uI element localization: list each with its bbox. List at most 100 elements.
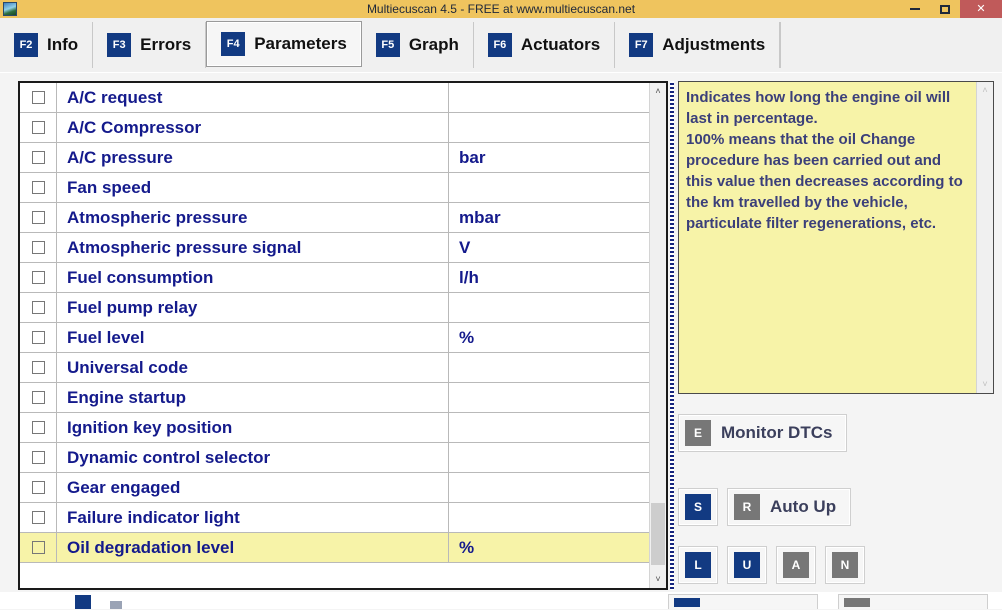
- row-checkbox-cell[interactable]: [20, 83, 57, 112]
- partial-icon-left[interactable]: [75, 595, 91, 609]
- row-name-cell[interactable]: Gear engaged: [57, 473, 449, 502]
- table-row[interactable]: Atmospheric pressure signal V: [20, 233, 649, 263]
- description-scrollbar[interactable]: ˄ ˅: [976, 82, 993, 393]
- close-button[interactable]: ✕: [960, 0, 1002, 18]
- table-row[interactable]: Engine startup: [20, 383, 649, 413]
- row-unit-cell[interactable]: [449, 473, 649, 502]
- partial-button-1[interactable]: [668, 594, 818, 609]
- row-unit-cell[interactable]: [449, 383, 649, 412]
- checkbox-icon[interactable]: [31, 391, 45, 404]
- row-checkbox-cell[interactable]: [20, 113, 57, 142]
- scroll-down-icon[interactable]: ˅: [650, 571, 666, 588]
- row-unit-cell[interactable]: %: [449, 323, 649, 352]
- row-unit-cell[interactable]: l/h: [449, 263, 649, 292]
- row-name-cell[interactable]: Atmospheric pressure: [57, 203, 449, 232]
- select-none-button[interactable]: N: [825, 546, 865, 584]
- scroll-up-icon[interactable]: ˄: [650, 83, 666, 100]
- row-name-cell[interactable]: Fuel pump relay: [57, 293, 449, 322]
- table-row[interactable]: Fuel level%: [20, 323, 649, 353]
- row-name-cell[interactable]: Atmospheric pressure signal: [57, 233, 449, 262]
- row-unit-cell[interactable]: [449, 413, 649, 442]
- row-unit-cell[interactable]: [449, 353, 649, 382]
- row-checkbox-cell[interactable]: [20, 173, 57, 202]
- checkbox-icon[interactable]: [31, 451, 45, 464]
- table-row[interactable]: A/C Compressor: [20, 113, 649, 143]
- table-row[interactable]: Dynamic control selector: [20, 443, 649, 473]
- checkbox-icon[interactable]: [31, 421, 45, 434]
- tab-errors[interactable]: F3 Errors: [93, 22, 207, 68]
- table-row[interactable]: Failure indicator light: [20, 503, 649, 533]
- row-name-cell[interactable]: Failure indicator light: [57, 503, 449, 532]
- monitor-dtcs-button[interactable]: E Monitor DTCs: [678, 414, 848, 452]
- checkbox-icon[interactable]: [31, 511, 45, 524]
- row-unit-cell[interactable]: [449, 503, 649, 532]
- partial-button-2[interactable]: [838, 594, 988, 609]
- maximize-button[interactable]: [930, 0, 960, 18]
- table-row[interactable]: Fan speed: [20, 173, 649, 203]
- row-name-cell[interactable]: Oil degradation level: [57, 533, 449, 562]
- table-row[interactable]: A/C request: [20, 83, 649, 113]
- table-row[interactable]: Fuel pump relay: [20, 293, 649, 323]
- scrollbar-thumb[interactable]: [651, 503, 665, 565]
- load-button[interactable]: L: [678, 546, 718, 584]
- row-name-cell[interactable]: Fuel consumption: [57, 263, 449, 292]
- row-unit-cell[interactable]: %: [449, 533, 649, 562]
- tab-adjustments[interactable]: F7 Adjustments: [615, 22, 781, 68]
- tab-graph[interactable]: F5 Graph: [361, 22, 474, 68]
- row-name-cell[interactable]: Engine startup: [57, 383, 449, 412]
- row-checkbox-cell[interactable]: [20, 443, 57, 472]
- table-row[interactable]: Universal code: [20, 353, 649, 383]
- table-row[interactable]: Gear engaged: [20, 473, 649, 503]
- row-checkbox-cell[interactable]: [20, 383, 57, 412]
- row-unit-cell[interactable]: V: [449, 233, 649, 262]
- table-row[interactable]: Oil degradation level%: [20, 533, 649, 563]
- row-checkbox-cell[interactable]: [20, 293, 57, 322]
- checkbox-icon[interactable]: [31, 541, 45, 554]
- row-checkbox-cell[interactable]: [20, 203, 57, 232]
- row-name-cell[interactable]: Dynamic control selector: [57, 443, 449, 472]
- parameter-list-scrollbar[interactable]: ˄ ˅: [649, 83, 666, 588]
- checkbox-icon[interactable]: [31, 91, 45, 104]
- row-checkbox-cell[interactable]: [20, 263, 57, 292]
- row-unit-cell[interactable]: [449, 173, 649, 202]
- checkbox-icon[interactable]: [31, 271, 45, 284]
- row-name-cell[interactable]: Universal code: [57, 353, 449, 382]
- row-checkbox-cell[interactable]: [20, 323, 57, 352]
- row-name-cell[interactable]: A/C pressure: [57, 143, 449, 172]
- tab-parameters[interactable]: F4 Parameters: [206, 21, 362, 67]
- description-scroll-up-icon[interactable]: ˄: [977, 82, 993, 99]
- table-row[interactable]: Atmospheric pressure mbar: [20, 203, 649, 233]
- row-checkbox-cell[interactable]: [20, 143, 57, 172]
- row-name-cell[interactable]: Fan speed: [57, 173, 449, 202]
- panel-splitter[interactable]: [670, 81, 674, 590]
- description-scroll-down-icon[interactable]: ˅: [977, 376, 993, 393]
- row-checkbox-cell[interactable]: [20, 473, 57, 502]
- row-checkbox-cell[interactable]: [20, 503, 57, 532]
- tab-info[interactable]: F2 Info: [0, 22, 94, 68]
- table-row[interactable]: Fuel consumption l/h: [20, 263, 649, 293]
- row-name-cell[interactable]: A/C request: [57, 83, 449, 112]
- row-name-cell[interactable]: Ignition key position: [57, 413, 449, 442]
- table-row[interactable]: A/C pressure bar: [20, 143, 649, 173]
- row-unit-cell[interactable]: [449, 113, 649, 142]
- row-unit-cell[interactable]: [449, 443, 649, 472]
- stop-button[interactable]: S: [678, 488, 718, 526]
- checkbox-icon[interactable]: [31, 121, 45, 134]
- minimize-button[interactable]: [900, 0, 930, 18]
- row-checkbox-cell[interactable]: [20, 413, 57, 442]
- row-unit-cell[interactable]: bar: [449, 143, 649, 172]
- checkbox-icon[interactable]: [31, 361, 45, 374]
- checkbox-icon[interactable]: [31, 211, 45, 224]
- row-checkbox-cell[interactable]: [20, 533, 57, 562]
- checkbox-icon[interactable]: [31, 151, 45, 164]
- description-scrollbar-thumb[interactable]: [978, 99, 992, 376]
- row-name-cell[interactable]: A/C Compressor: [57, 113, 449, 142]
- row-unit-cell[interactable]: [449, 83, 649, 112]
- checkbox-icon[interactable]: [31, 481, 45, 494]
- checkbox-icon[interactable]: [31, 331, 45, 344]
- partial-icon-left-2[interactable]: [110, 601, 122, 609]
- row-checkbox-cell[interactable]: [20, 353, 57, 382]
- select-all-button[interactable]: A: [776, 546, 816, 584]
- auto-up-button[interactable]: R Auto Up: [727, 488, 852, 526]
- tab-actuators[interactable]: F6 Actuators: [473, 22, 616, 68]
